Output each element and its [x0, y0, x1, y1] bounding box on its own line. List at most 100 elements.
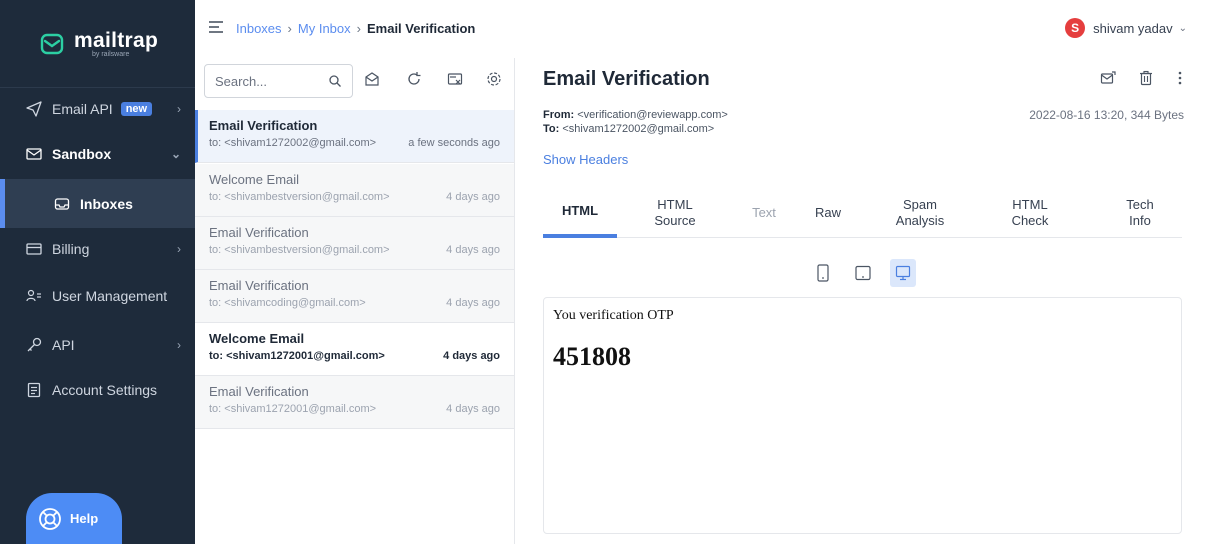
mark-read-icon[interactable] — [362, 69, 382, 89]
message-view-pane: Email Verification From: <verification@r… — [515, 58, 1209, 544]
list-item[interactable]: Welcome Email to: <shivam1272001@gmail.c… — [195, 323, 514, 376]
device-toggle — [810, 259, 916, 287]
message-time: 4 days ago — [443, 350, 500, 362]
email-preview: You verification OTP 451808 — [543, 297, 1182, 534]
inbox-icon — [54, 196, 70, 212]
users-icon — [26, 288, 42, 304]
sidebar-item-account-settings[interactable]: Account Settings — [0, 367, 195, 413]
avatar: S — [1065, 18, 1086, 38]
credit-card-icon — [26, 241, 42, 257]
gear-icon[interactable] — [484, 69, 504, 89]
sandbox-icon — [26, 146, 42, 162]
forward-icon[interactable] — [1100, 70, 1116, 91]
chevron-right-icon: › — [177, 242, 181, 256]
list-item[interactable]: Email Verification to: <shivam1272001@gm… — [195, 376, 514, 429]
breadcrumb-link-my-inbox[interactable]: My Inbox — [298, 21, 351, 36]
mailtrap-logo[interactable]: mailtrap by railsware — [0, 0, 195, 88]
more-options-icon[interactable] — [1176, 70, 1184, 91]
breadcrumb-separator: › — [356, 21, 361, 36]
message-title: Email Verification — [543, 68, 710, 90]
mobile-view-icon[interactable] — [810, 259, 836, 287]
sidebar-item-label: Inboxes — [80, 195, 133, 212]
breadcrumb-current: Email Verification — [366, 21, 476, 36]
list-item[interactable]: Welcome Email to: <shivambestversion@gma… — [195, 164, 514, 217]
menu-toggle-icon[interactable] — [209, 20, 223, 38]
key-icon — [26, 337, 42, 353]
message-time: 4 days ago — [446, 403, 500, 415]
breadcrumb-separator: › — [287, 21, 292, 36]
message-subject: Welcome Email — [209, 172, 300, 187]
message-subject: Email Verification — [209, 278, 309, 293]
message-recipient: to: <shivamcoding@gmail.com> — [209, 297, 366, 309]
message-subject: Email Verification — [209, 225, 309, 240]
top-bar: Inboxes › My Inbox › Email Verification S sh… — [195, 0, 1209, 58]
message-list-pane: Search... Email Verification to: <shivam… — [195, 58, 515, 544]
to-address: <shivam1272002@gmail.com> — [562, 123, 715, 135]
sidebar-item-api[interactable]: API › — [0, 322, 195, 368]
message-recipient: to: <shivambestversion@gmail.com> — [209, 191, 390, 203]
tab-tech-info[interactable]: Tech Info — [1114, 188, 1166, 238]
sidebar: mailtrap by railsware Email API new › Sa… — [0, 0, 195, 544]
sidebar-item-email-api[interactable]: Email API new › — [0, 86, 195, 132]
sidebar-item-label: User Management — [52, 288, 168, 304]
list-item[interactable]: Email Verification to: <shivambestversio… — [195, 217, 514, 270]
message-actions — [1100, 70, 1184, 91]
search-icon — [328, 74, 342, 91]
search-placeholder: Search... — [215, 73, 268, 89]
message-subject: Welcome Email — [209, 331, 305, 346]
sidebar-item-label: Account Settings — [52, 382, 158, 398]
chevron-right-icon: › — [177, 338, 181, 352]
message-date-size: 2022-08-16 13:20, 344 Bytes — [1029, 108, 1184, 122]
tab-text[interactable]: Text — [742, 188, 786, 238]
message-tabs: HTML HTML Source Text Raw Spam Analysis HT… — [543, 188, 1182, 238]
new-badge: new — [120, 102, 153, 116]
message-recipient: to: <shivam1272002@gmail.com> — [209, 137, 377, 149]
message-time: a few seconds ago — [408, 137, 500, 149]
tab-raw[interactable]: Raw — [808, 188, 848, 238]
trash-icon[interactable] — [1138, 70, 1154, 91]
refresh-icon[interactable] — [404, 69, 424, 89]
help-label: Help — [70, 511, 99, 526]
breadcrumb-link-inboxes[interactable]: Inboxes — [236, 21, 282, 36]
sidebar-item-label: API — [52, 337, 75, 353]
message-time: 4 days ago — [446, 297, 500, 309]
mailtrap-logo-icon — [40, 33, 64, 54]
desktop-view-icon[interactable] — [890, 259, 916, 287]
lifebuoy-icon — [38, 507, 62, 531]
email-body-text: You verification OTP — [553, 308, 674, 323]
user-menu[interactable]: S shivam yadav ⌄ — [1065, 18, 1187, 38]
send-icon — [26, 101, 42, 117]
sidebar-item-inboxes[interactable]: Inboxes — [0, 179, 195, 228]
message-time: 4 days ago — [446, 244, 500, 256]
message-subject: Email Verification — [209, 384, 309, 399]
logo-subtext: by railsware — [92, 51, 130, 58]
from-label: From: — [543, 109, 575, 121]
to-label: To: — [543, 123, 560, 135]
tab-html-check[interactable]: HTML Check — [1004, 188, 1056, 238]
list-item[interactable]: Email Verification to: <shivamcoding@gma… — [195, 270, 514, 323]
sidebar-item-label: Sandbox — [52, 146, 112, 162]
clear-inbox-icon[interactable] — [445, 69, 465, 89]
show-headers-link[interactable]: Show Headers — [543, 152, 628, 167]
sidebar-item-sandbox[interactable]: Sandbox ⌄ — [0, 131, 195, 177]
message-meta: From: <verification@reviewapp.com> To: <… — [543, 108, 728, 136]
list-item[interactable]: Email Verification to: <shivam1272002@gm… — [195, 110, 514, 163]
sidebar-item-user-management[interactable]: User Management — [0, 273, 195, 319]
chevron-down-icon: ⌄ — [1178, 22, 1187, 34]
breadcrumb: Inboxes › My Inbox › Email Verification — [236, 21, 475, 36]
user-name: shivam yadav — [1093, 20, 1173, 36]
message-subject: Email Verification — [209, 118, 318, 133]
sidebar-item-label: Billing — [52, 241, 90, 257]
tab-html-source[interactable]: HTML Source — [643, 188, 707, 238]
document-icon — [26, 382, 42, 398]
help-button[interactable]: Help — [26, 493, 122, 544]
sidebar-item-label: Email API — [52, 101, 113, 117]
message-time: 4 days ago — [446, 191, 500, 203]
tablet-view-icon[interactable] — [850, 259, 876, 287]
tab-spam-analysis[interactable]: Spam Analysis — [885, 188, 955, 238]
message-recipient: to: <shivam1272001@gmail.com> — [209, 350, 385, 362]
tab-html[interactable]: HTML — [543, 188, 617, 238]
sidebar-item-billing[interactable]: Billing › — [0, 226, 195, 272]
message-recipient: to: <shivambestversion@gmail.com> — [209, 244, 390, 256]
search-input[interactable]: Search... — [204, 64, 353, 98]
